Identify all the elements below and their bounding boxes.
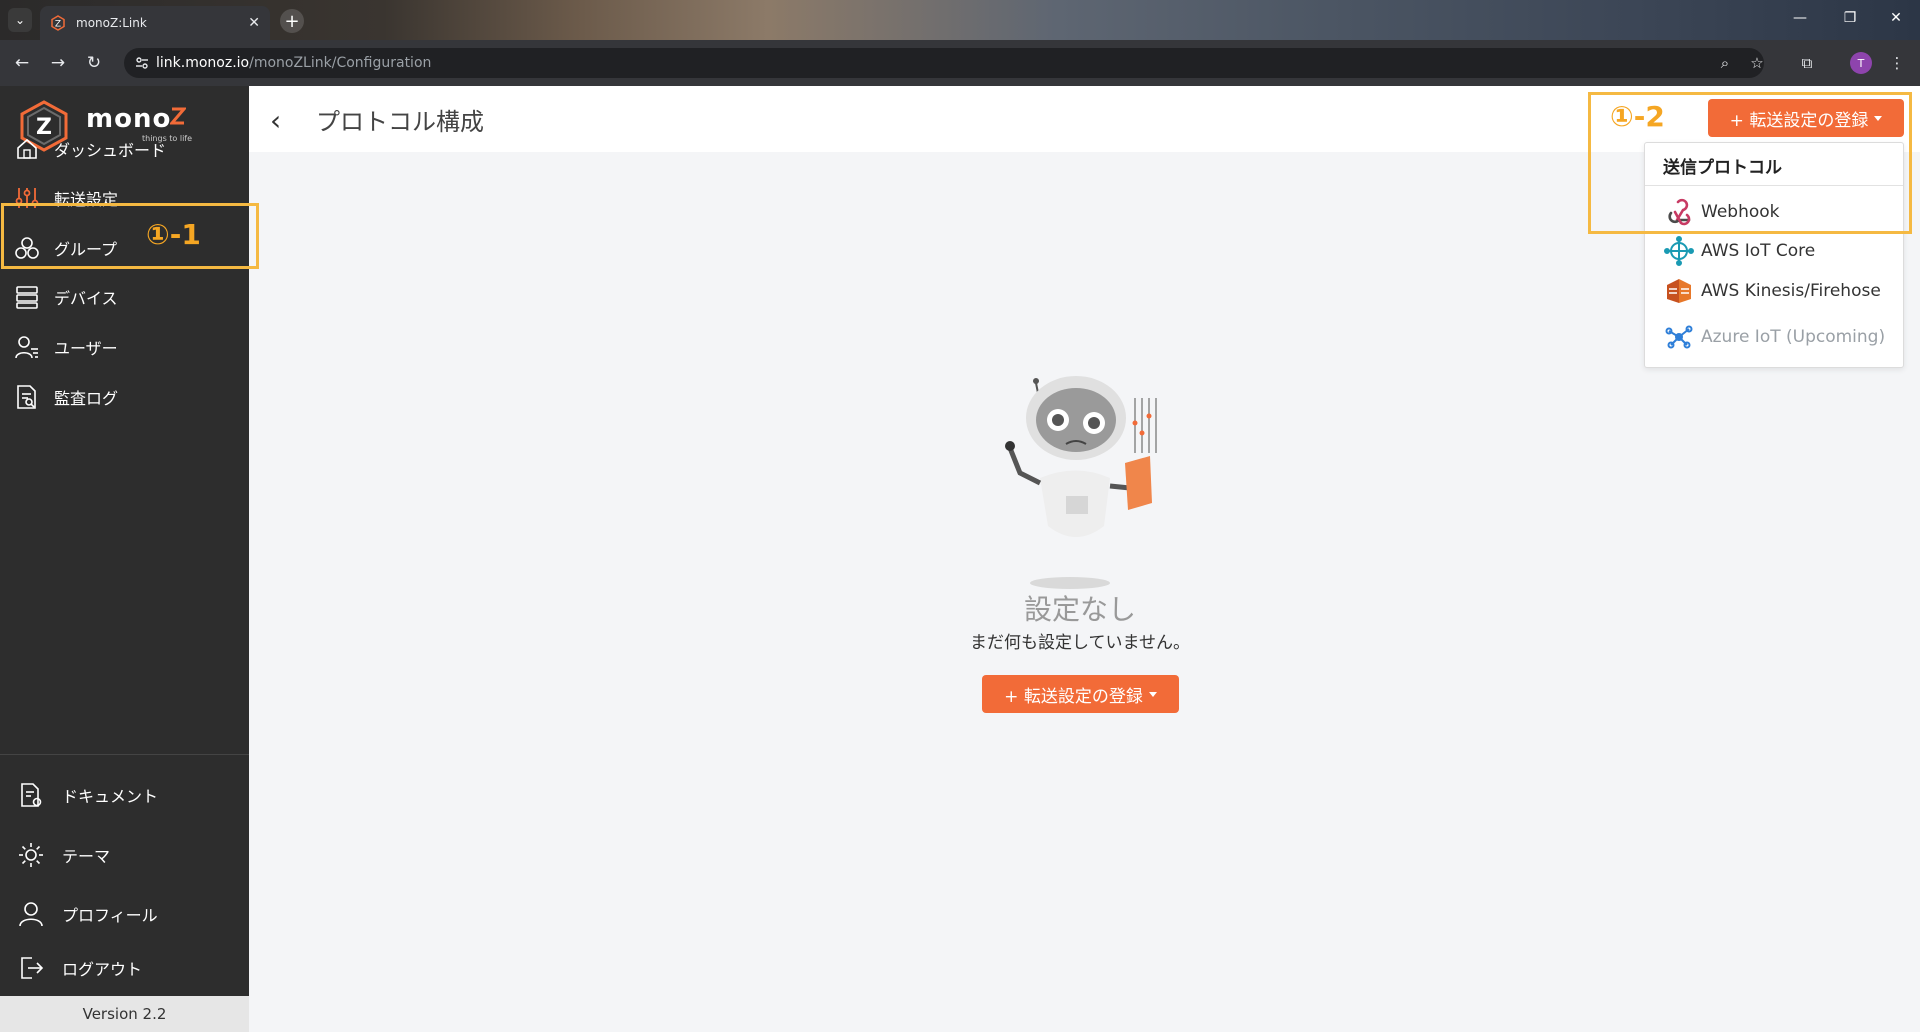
document-icon (21, 783, 42, 807)
sidebar-item-label: ドキュメント (62, 787, 159, 806)
annotation-box-1 (1, 203, 259, 269)
azure-iot-icon (1665, 325, 1693, 349)
tab-title: monoZ:Link (76, 16, 147, 30)
empty-register-transfer-label: + 転送設定の登録 (1004, 686, 1143, 707)
address-bar[interactable]: link.monoz.io/monoZLink/Configuration (124, 48, 1764, 78)
back-arrow-icon[interactable]: ← (10, 51, 34, 75)
logo-z-mark-icon (170, 107, 186, 125)
url-host: link.monoz.io (156, 55, 250, 71)
sidebar-item-theme[interactable]: テーマ (0, 830, 249, 880)
version-label: Version 2.2 (0, 996, 249, 1032)
sidebar-item-profile[interactable]: プロフィール (0, 889, 249, 939)
dropdown-item-aws-kinesis[interactable]: AWS Kinesis/Firehose (1663, 274, 1881, 308)
sidebar-item-label: プロフィール (62, 906, 158, 925)
sidebar-item-users[interactable]: ユーザー (0, 323, 249, 371)
new-tab-button[interactable]: + (280, 9, 304, 33)
bookmark-star-icon[interactable]: ☆ (1746, 52, 1768, 74)
empty-state-message: まだ何も設定していません。 (970, 633, 1190, 653)
close-window-icon[interactable]: ✕ (1886, 10, 1906, 26)
browser-tab[interactable]: Z monoZ:Link ✕ (40, 6, 270, 40)
aws-iot-core-icon (1664, 236, 1694, 266)
dropdown-item-aws-iot-core[interactable]: AWS IoT Core (1663, 234, 1815, 268)
annotation-label-2: ①-2 (1610, 100, 1665, 133)
sidebar-item-label: ユーザー (54, 339, 118, 358)
reload-icon[interactable]: ↻ (82, 51, 106, 75)
forward-arrow-icon[interactable]: → (46, 51, 70, 75)
dropdown-item-label: Azure IoT (Upcoming) (1701, 327, 1886, 347)
sidebar-item-device[interactable]: デバイス (0, 273, 249, 321)
audit-log-icon (17, 385, 36, 409)
minimize-icon[interactable]: — (1790, 10, 1810, 26)
empty-state-title: 設定なし (1023, 593, 1136, 626)
tab-search-button[interactable]: ⌄ (8, 8, 32, 32)
sun-icon (19, 843, 43, 867)
dropdown-item-azure-iot: Azure IoT (Upcoming) (1663, 320, 1885, 354)
sidebar-item-label: ログアウト (62, 960, 143, 979)
sidebar-divider (0, 754, 249, 755)
annotation-label-1: ①-1 (146, 218, 201, 251)
sidebar-item-dashboard[interactable]: ダッシュボード (0, 125, 249, 173)
robot-illustration (1005, 376, 1157, 589)
tab-close-icon[interactable]: ✕ (248, 15, 260, 31)
menu-kebab-icon[interactable]: ⋮ (1886, 52, 1908, 74)
sidebar-item-label: ダッシュボード (54, 141, 167, 160)
sidebar-item-label: デバイス (54, 289, 118, 308)
monoz-favicon-icon: Z (51, 15, 65, 31)
url-path: /monoZLink/Configuration (249, 55, 432, 71)
sidebar-item-logout[interactable]: ログアウト (0, 943, 249, 993)
logout-icon (21, 957, 44, 979)
back-chevron-icon[interactable]: ‹ (270, 104, 294, 137)
extensions-icon[interactable]: ⧉ (1796, 52, 1818, 74)
profile-icon (19, 902, 43, 927)
users-icon (15, 336, 38, 359)
svg-text:Z: Z (55, 20, 61, 30)
restore-icon[interactable]: ❐ (1840, 10, 1860, 26)
zoom-icon[interactable]: ⌕ (1714, 52, 1736, 74)
dropdown-item-label: AWS Kinesis/Firehose (1701, 281, 1881, 301)
caret-down-icon (1148, 691, 1157, 697)
empty-register-transfer-button[interactable]: + 転送設定の登録 (982, 675, 1179, 713)
sidebar-item-documents[interactable]: ドキュメント (0, 770, 249, 820)
page-title: プロトコル構成 (316, 108, 484, 136)
device-icon (16, 286, 38, 309)
dropdown-item-label: AWS IoT Core (1701, 241, 1816, 261)
sidebar-item-label: 監査ログ (54, 389, 119, 408)
browser-titlebar: ⌄ Z monoZ:Link ✕ + — ❐ ✕ (0, 0, 1920, 40)
aws-kinesis-icon (1667, 279, 1691, 303)
site-settings-icon[interactable] (134, 55, 150, 71)
sidebar-item-label: テーマ (62, 847, 111, 866)
profile-avatar[interactable]: T (1850, 52, 1872, 74)
sidebar-item-audit-log[interactable]: 監査ログ (0, 373, 249, 421)
dashboard-icon (17, 138, 37, 159)
